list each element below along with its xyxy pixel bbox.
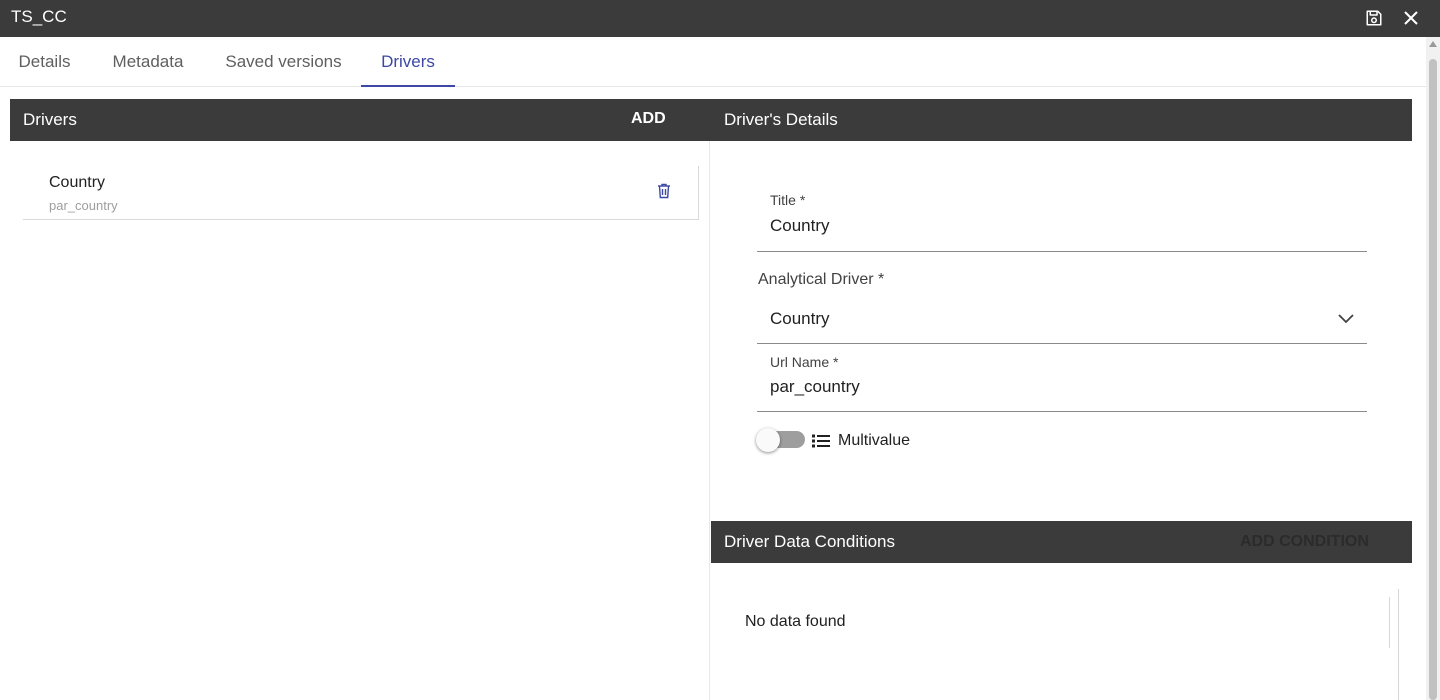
no-data-message: No data found xyxy=(745,613,846,630)
driver-item-url-name: par_country xyxy=(49,198,118,213)
title-field[interactable]: Title * Country xyxy=(757,184,1367,252)
driver-data-conditions-title: Driver Data Conditions xyxy=(724,532,896,551)
multivalue-label: Multivalue xyxy=(838,432,911,449)
chevron-down-icon[interactable] xyxy=(1337,312,1355,330)
tab-saved-versions[interactable]: Saved versions xyxy=(207,37,360,87)
driver-item-title: Country xyxy=(49,174,106,191)
list-item[interactable]: Country par_country xyxy=(23,166,699,220)
analytical-driver-label: Analytical Driver * xyxy=(758,271,885,288)
driver-details-header: Driver's Details xyxy=(711,99,1412,141)
add-condition-button: ADD CONDITION xyxy=(1240,533,1369,550)
conditions-divider xyxy=(1389,597,1390,648)
multivalue-toggle[interactable] xyxy=(755,428,807,454)
conditions-list xyxy=(711,563,1412,700)
tab-bar: Details Metadata Saved versions Drivers xyxy=(0,37,1426,87)
drivers-panel-header: Drivers ADD xyxy=(10,99,711,141)
drivers-list: Country par_country xyxy=(10,141,710,700)
url-name-field-value[interactable]: par_country xyxy=(770,377,860,397)
url-name-field-label: Url Name * xyxy=(770,354,839,370)
tab-metadata[interactable]: Metadata xyxy=(89,37,207,87)
scrollbar-thumb[interactable] xyxy=(1429,59,1437,700)
title-field-label: Title * xyxy=(770,192,806,208)
list-icon xyxy=(812,433,830,449)
vertical-scrollbar[interactable] xyxy=(1426,37,1440,700)
trash-icon[interactable] xyxy=(657,183,675,203)
conditions-right-border xyxy=(1398,589,1399,700)
analytical-driver-value: Country xyxy=(770,309,830,328)
analytical-driver-select[interactable]: Country xyxy=(757,296,1367,344)
drivers-panel-title: Drivers xyxy=(23,110,77,129)
title-field-value[interactable]: Country xyxy=(770,216,830,236)
save-icon[interactable] xyxy=(1361,5,1387,31)
tab-drivers[interactable]: Drivers xyxy=(361,37,455,87)
window-titlebar: TS_CC xyxy=(0,0,1440,37)
toggle-knob xyxy=(756,428,780,452)
driver-data-conditions-header: Driver Data Conditions ADD CONDITION xyxy=(711,521,1412,563)
window-title: TS_CC xyxy=(11,7,67,26)
close-icon[interactable] xyxy=(1398,5,1424,31)
url-name-field[interactable]: Url Name * par_country xyxy=(757,346,1367,412)
add-driver-button[interactable]: ADD xyxy=(631,110,666,128)
tab-details[interactable]: Details xyxy=(0,37,89,87)
driver-details-title: Driver's Details xyxy=(724,110,838,129)
scroll-up-icon[interactable] xyxy=(1429,41,1437,47)
